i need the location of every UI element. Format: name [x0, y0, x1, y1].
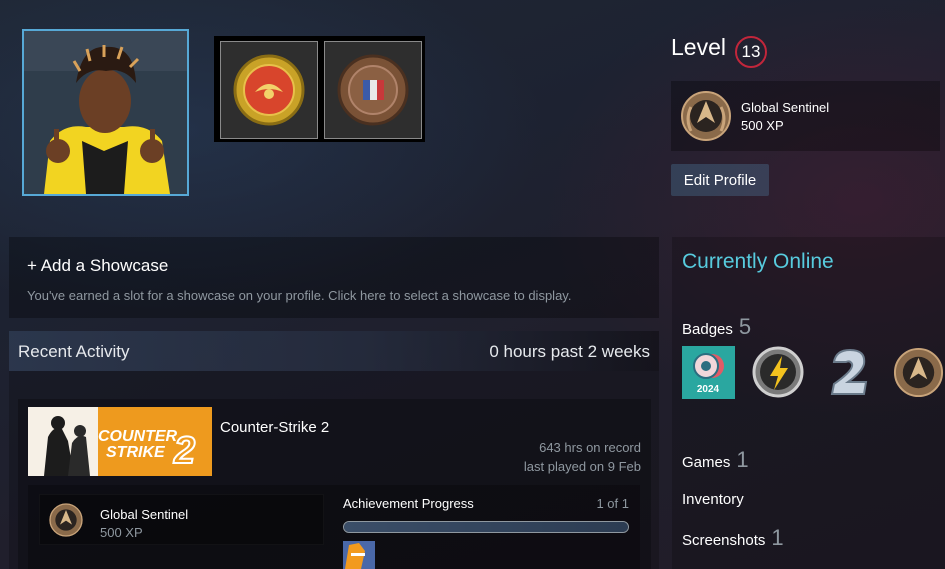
capsule-text-strike: STRIKE — [106, 444, 166, 461]
recent-activity-header: Recent Activity 0 hours past 2 weeks — [9, 331, 659, 371]
steam-badge-year: 2024 — [697, 384, 720, 395]
favorite-badge-name: Global Sentinel — [741, 100, 830, 115]
inventory-link[interactable]: Inventory — [682, 491, 744, 508]
screenshots-count: 1 — [771, 525, 784, 550]
level-label: Level — [671, 34, 726, 60]
game-capsule-image[interactable]: COUNTER STRIKE 2 — [28, 407, 212, 476]
capsule-text-number: 2 — [173, 430, 195, 472]
add-showcase-title[interactable]: + Add a Showcase — [27, 256, 168, 276]
capsule-text-counter: COUNTER — [98, 428, 178, 445]
lightning-coin-badge-icon[interactable] — [752, 346, 805, 399]
achievement-progress-fill — [344, 522, 628, 532]
profile-avatar[interactable] — [22, 29, 189, 196]
game-badge-xp: 500 XP — [100, 525, 143, 540]
games-count: 1 — [736, 447, 749, 472]
achievement-progress-label[interactable]: Achievement Progress — [343, 496, 474, 511]
add-showcase-description: You've earned a slot for a showcase on y… — [27, 288, 572, 303]
edit-profile-button[interactable]: Edit Profile — [671, 164, 769, 196]
recent-activity-hours: 0 hours past 2 weeks — [489, 342, 650, 361]
profile-badge-strip — [214, 36, 425, 142]
game-last-played: last played on 9 Feb — [523, 459, 641, 474]
favorite-badge-xp: 500 XP — [741, 118, 784, 133]
global-sentinel-icon — [49, 503, 83, 537]
games-link[interactable]: Games 1 — [682, 447, 749, 473]
achievement-progress-bar — [343, 521, 629, 533]
games-label[interactable]: Games — [682, 454, 730, 471]
global-sentinel-badge-icon[interactable] — [892, 346, 945, 399]
screenshots-label[interactable]: Screenshots — [682, 532, 765, 549]
inventory-label[interactable]: Inventory — [682, 491, 744, 508]
achievement-count: 1 of 1 — [596, 496, 629, 511]
cs2-badge-icon[interactable] — [822, 346, 875, 399]
badges-count: 5 — [738, 314, 752, 339]
steam-2024-badge-icon[interactable]: 2024 — [682, 346, 735, 399]
esl-major-bronze-coin-icon[interactable] — [324, 41, 422, 139]
screenshots-link[interactable]: Screenshots 1 — [682, 525, 784, 551]
favorite-badge[interactable]: Global Sentinel 500 XP — [671, 81, 940, 151]
game-hours-on-record: 643 hrs on record — [539, 440, 641, 455]
online-status: Currently Online — [682, 250, 834, 273]
recent-activity-title[interactable]: Recent Activity — [18, 342, 130, 362]
game-name-link[interactable]: Counter-Strike 2 — [220, 419, 329, 436]
add-showcase-panel[interactable]: + Add a Showcase You've earned a slot fo… — [9, 237, 659, 318]
game-badge-name: Global Sentinel — [100, 507, 189, 522]
badges-label[interactable]: Badges — [682, 321, 733, 338]
global-sentinel-icon — [681, 91, 731, 141]
achievement-icon[interactable] — [343, 541, 375, 569]
level-badge[interactable]: 13 — [735, 36, 767, 68]
csgo-gold-coin-icon[interactable] — [220, 41, 318, 139]
profile-sidebar — [672, 237, 945, 569]
game-badge[interactable]: Global Sentinel 500 XP — [39, 494, 324, 545]
badges-link[interactable]: Badges 5 — [682, 314, 751, 340]
